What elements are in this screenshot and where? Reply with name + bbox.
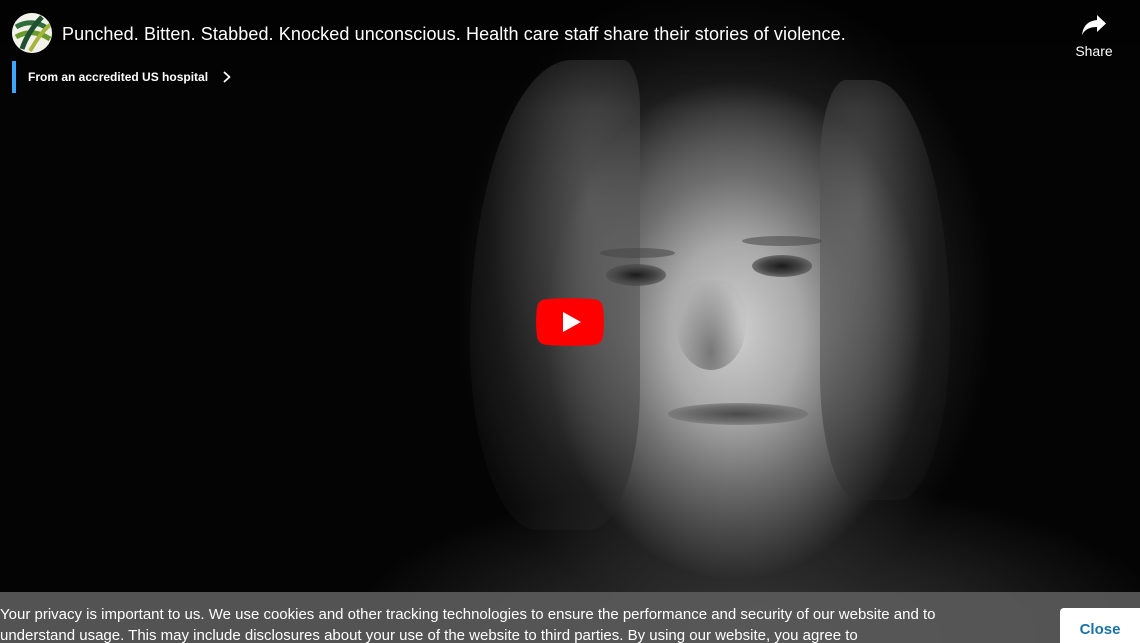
share-button[interactable]: Share bbox=[1070, 14, 1118, 59]
info-panel-text: From an accredited US hospital bbox=[28, 70, 209, 84]
privacy-banner-text: Your privacy is important to us. We use … bbox=[0, 606, 936, 643]
chevron-right-icon bbox=[223, 71, 231, 83]
close-button[interactable]: Close bbox=[1060, 608, 1140, 643]
privacy-banner: Your privacy is important to us. We use … bbox=[0, 592, 1140, 643]
video-frame-eye-left bbox=[606, 264, 666, 286]
share-arrow-icon bbox=[1082, 15, 1106, 35]
video-frame-mouth bbox=[668, 403, 808, 425]
video-frame-nose bbox=[676, 280, 746, 370]
share-label: Share bbox=[1075, 43, 1113, 59]
video-frame-brow-right bbox=[742, 236, 822, 246]
video-frame-hair-left bbox=[470, 60, 640, 530]
video-frame-eye-right bbox=[752, 255, 812, 277]
video-player[interactable]: Punched. Bitten. Stabbed. Knocked uncons… bbox=[0, 0, 1140, 643]
info-panel[interactable]: From an accredited US hospital bbox=[12, 61, 232, 93]
video-frame-hair-right bbox=[820, 80, 950, 500]
video-frame-brow-left bbox=[600, 248, 675, 258]
youtube-play-icon bbox=[536, 298, 604, 346]
top-gradient-overlay bbox=[0, 0, 1140, 110]
channel-logo-icon[interactable] bbox=[12, 13, 52, 53]
play-button[interactable] bbox=[536, 298, 604, 346]
video-title[interactable]: Punched. Bitten. Stabbed. Knocked uncons… bbox=[62, 23, 846, 45]
